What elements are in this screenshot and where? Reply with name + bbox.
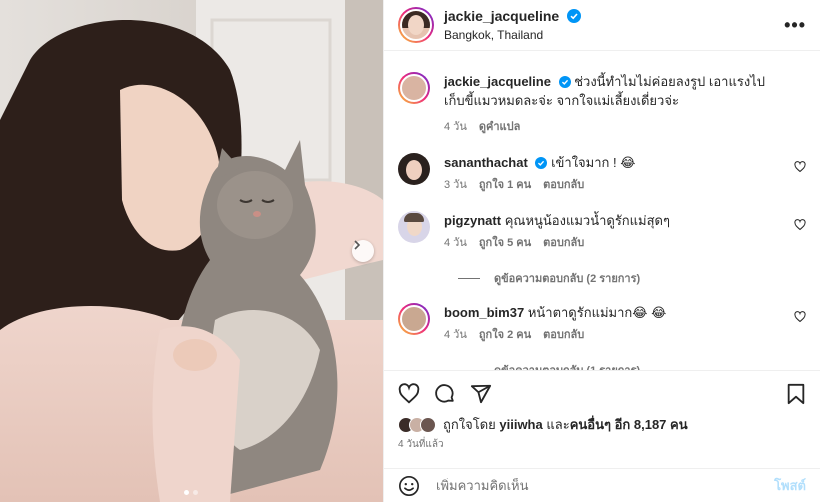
liker-username[interactable]: yiiiwha bbox=[499, 417, 542, 432]
like-comment-heart-icon[interactable] bbox=[794, 311, 806, 323]
post-actions-bar bbox=[384, 370, 820, 416]
carousel-dot bbox=[193, 490, 198, 495]
paper-plane-icon bbox=[470, 384, 492, 403]
save-button[interactable] bbox=[786, 383, 806, 405]
comment-text: คุณหนูน้องแมวน้ำดูรักแม่สุดๆ bbox=[504, 213, 670, 228]
verified-badge-icon bbox=[566, 9, 581, 23]
commenter-avatar[interactable] bbox=[398, 303, 430, 335]
comment-input[interactable] bbox=[436, 478, 775, 493]
comment-item: boom_bim37 หน้าตาดูรักแม่มาก😂 😂 4 วัน ถู… bbox=[398, 303, 806, 345]
post-location[interactable]: Bangkok, Thailand bbox=[444, 28, 581, 42]
view-replies-label: ดูข้อความตอบกลับ (1 รายการ) bbox=[494, 361, 640, 370]
chevron-right-icon bbox=[354, 240, 361, 250]
comment-time: 4 วัน bbox=[444, 329, 467, 341]
see-translation-link[interactable]: ดูคำแปล bbox=[479, 118, 521, 137]
commenter-avatar[interactable] bbox=[398, 153, 430, 185]
caption-avatar[interactable] bbox=[398, 72, 430, 104]
post-comment-button[interactable]: โพสต์ bbox=[774, 475, 806, 496]
likes-prefix: ถูกใจโดย bbox=[443, 417, 496, 432]
author-avatar[interactable] bbox=[398, 7, 434, 43]
view-replies-button[interactable]: ดูข้อความตอบกลับ (1 รายการ) bbox=[458, 361, 806, 370]
likes-count[interactable]: อีก 8,187 คน bbox=[615, 417, 688, 432]
carousel-dot-active bbox=[184, 490, 189, 495]
caption-username[interactable]: jackie_jacqueline bbox=[444, 74, 551, 89]
post-timestamp[interactable]: 4 วันที่แล้ว bbox=[398, 437, 444, 452]
photo-woman-kissing-cat bbox=[0, 0, 383, 502]
comment-likes-count[interactable]: ถูกใจ 1 คน bbox=[479, 176, 531, 195]
comment-button[interactable] bbox=[434, 383, 456, 405]
reply-button[interactable]: ตอบกลับ bbox=[543, 234, 584, 253]
caption-time: 4 วัน bbox=[444, 121, 467, 133]
reply-button[interactable]: ตอบกลับ bbox=[543, 176, 584, 195]
comment-time: 4 วัน bbox=[444, 237, 467, 249]
post-photo[interactable] bbox=[0, 0, 383, 502]
bookmark-icon bbox=[787, 383, 805, 404]
comment-time: 3 วัน bbox=[444, 179, 467, 191]
like-comment-heart-icon[interactable] bbox=[794, 161, 806, 173]
post-header: jackie_jacqueline Bangkok, Thailand ••• bbox=[384, 0, 820, 51]
comment-item: pigzynatt คุณหนูน้องแมวน้ำดูรักแม่สุดๆ 4… bbox=[398, 211, 806, 253]
likes-summary: ถูกใจโดย yiiiwha และคนอื่นๆ อีก 8,187 คน bbox=[398, 414, 806, 435]
commenter-avatar[interactable] bbox=[398, 211, 430, 243]
liker-avatars bbox=[398, 416, 436, 433]
comment-composer: โพสต์ bbox=[384, 468, 820, 502]
comment-bubble-icon bbox=[435, 383, 454, 402]
emoji-icon[interactable] bbox=[398, 475, 420, 497]
verified-badge-icon bbox=[535, 157, 548, 169]
verified-badge-icon bbox=[558, 76, 571, 88]
comments-list: jackie_jacqueline ช่วงนี้ทำไมไม่ค่อยลงรู… bbox=[384, 52, 820, 370]
next-photo-button[interactable] bbox=[352, 240, 374, 262]
share-button[interactable] bbox=[470, 383, 492, 405]
like-comment-heart-icon[interactable] bbox=[794, 219, 806, 231]
comment-username[interactable]: sananthachat bbox=[444, 155, 528, 170]
comment-item: sananthachat เข้าใจมาก ! 😂 3 วัน ถูกใจ 1… bbox=[398, 153, 806, 195]
heart-icon bbox=[398, 382, 420, 403]
comment-likes-count[interactable]: ถูกใจ 5 คน bbox=[479, 234, 531, 253]
more-options-button[interactable]: ••• bbox=[784, 15, 806, 36]
like-button[interactable] bbox=[398, 382, 420, 405]
comment-username[interactable]: boom_bim37 bbox=[444, 305, 524, 320]
post-side-panel: jackie_jacqueline Bangkok, Thailand ••• … bbox=[383, 0, 820, 502]
author-username[interactable]: jackie_jacqueline bbox=[444, 8, 559, 24]
replies-divider bbox=[458, 277, 480, 279]
comment-username[interactable]: pigzynatt bbox=[444, 213, 501, 228]
likes-others-link[interactable]: คนอื่นๆ bbox=[570, 417, 611, 432]
likes-and: และ bbox=[546, 417, 570, 432]
carousel-dots bbox=[184, 490, 198, 495]
reply-button[interactable]: ตอบกลับ bbox=[543, 326, 584, 345]
comment-likes-count[interactable]: ถูกใจ 2 คน bbox=[479, 326, 531, 345]
view-replies-button[interactable]: ดูข้อความตอบกลับ (2 รายการ) bbox=[458, 269, 806, 287]
comment-text: เข้าใจมาก ! 😂 bbox=[551, 155, 636, 170]
caption: jackie_jacqueline ช่วงนี้ทำไมไม่ค่อยลงรู… bbox=[398, 72, 806, 137]
comment-text: หน้าตาดูรักแม่มาก😂 😂 bbox=[527, 305, 667, 320]
view-replies-label: ดูข้อความตอบกลับ (2 รายการ) bbox=[494, 273, 641, 285]
liker-avatar bbox=[420, 416, 436, 433]
